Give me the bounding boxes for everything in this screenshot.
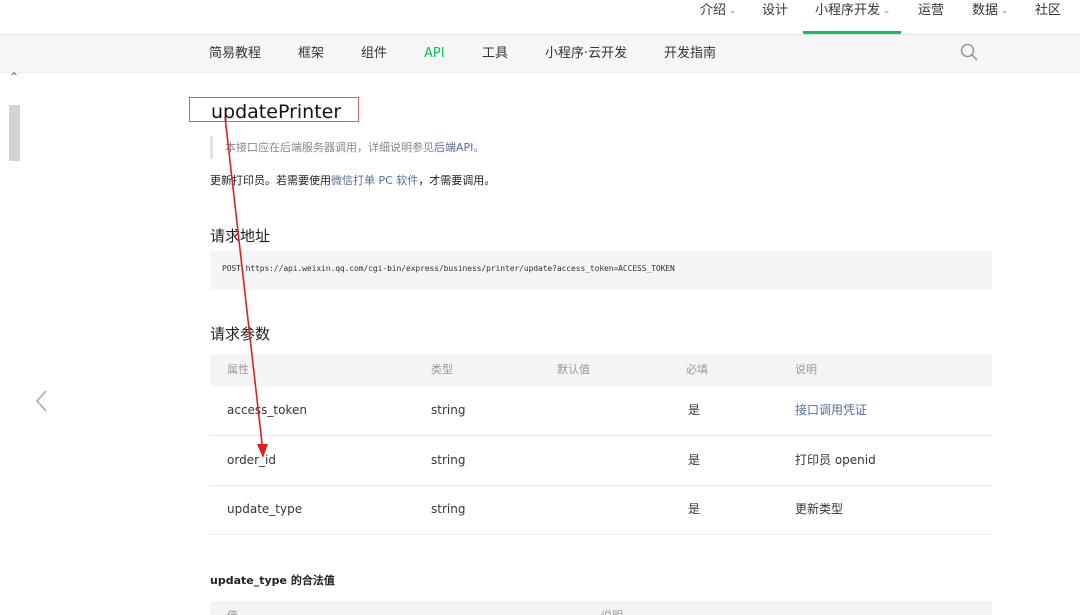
request-url-heading: 请求地址	[210, 227, 271, 245]
topnav-item-miniprogram-dev[interactable]: 小程序开发 ⌄	[815, 0, 891, 34]
scroll-up-arrow-icon[interactable]: ^	[8, 72, 20, 82]
subnav-item-cloud-dev[interactable]: 小程序·云开发	[545, 35, 627, 72]
param-type: string	[431, 502, 466, 516]
chevron-down-icon: ⌄	[1001, 6, 1009, 16]
sub-nav: 简易教程 框架 组件 API 工具 小程序·云开发 开发指南	[0, 34, 1080, 73]
request-params-heading: 请求参数	[210, 325, 271, 343]
column-header-type: 类型	[431, 363, 453, 376]
values-table-header: 值 说明	[210, 601, 992, 615]
param-description: 打印员 openid	[795, 453, 876, 467]
backend-note-text: 本接口应在后端服务器调用，详细说明参见	[225, 141, 434, 154]
subnav-item-api[interactable]: API	[424, 35, 445, 72]
param-required: 是	[688, 502, 701, 516]
param-description: 更新类型	[795, 502, 844, 516]
column-header-name: 属性	[227, 363, 249, 376]
update-type-code: update_type	[210, 574, 287, 587]
param-name: order_id	[227, 453, 276, 467]
topnav-item-data[interactable]: 数据 ⌄	[972, 0, 1009, 34]
topnav-item-operation[interactable]: 运营	[918, 0, 944, 34]
title-highlight-annotation	[189, 97, 359, 122]
params-table-header: 属性 类型 默认值 必填 说明	[210, 354, 992, 386]
param-type: string	[431, 453, 466, 467]
column-header-description: 说明	[795, 363, 817, 376]
column-header-required: 必填	[686, 363, 708, 376]
backend-note: 本接口应在后端服务器调用，详细说明参见后端API。	[210, 136, 484, 159]
topnav-item-label: 小程序开发	[815, 3, 881, 18]
topnav-item-label: 运营	[918, 3, 945, 18]
topnav-item-label: 设计	[762, 3, 789, 18]
update-type-heading-text: 的合法值	[286, 574, 335, 587]
column-header-value: 值	[227, 609, 238, 615]
update-type-values-heading: update_type 的合法值	[210, 572, 335, 588]
topnav-item-intro[interactable]: 介绍 ⌄	[700, 0, 737, 34]
chevron-down-icon: ⌄	[729, 6, 737, 16]
table-row: update_type string 是 更新类型	[210, 485, 992, 535]
topnav-item-label: 介绍	[700, 3, 727, 18]
backend-note-suffix: 。	[473, 141, 485, 154]
topnav-item-community[interactable]: 社区	[1035, 0, 1061, 34]
subnav-item-dev-guide[interactable]: 开发指南	[664, 35, 716, 72]
pc-software-link[interactable]: 微信打单 PC 软件	[331, 174, 418, 187]
subnav-item-tutorial[interactable]: 简易教程	[209, 35, 261, 72]
access-token-doc-link[interactable]: 接口调用凭证	[795, 386, 867, 435]
param-type: string	[431, 403, 466, 417]
chevron-down-icon: ⌄	[883, 6, 891, 16]
subnav-item-tools[interactable]: 工具	[482, 35, 508, 72]
description-text: 更新打印员。若需要使用	[210, 174, 331, 187]
param-name: access_token	[227, 403, 307, 417]
table-row: order_id string 是 打印员 openid	[210, 436, 992, 486]
param-required: 是	[688, 403, 701, 417]
param-name: update_type	[227, 502, 303, 516]
backend-api-link[interactable]: 后端API	[434, 141, 473, 154]
column-header-default: 默认值	[557, 363, 590, 376]
request-url-codeblock: POST https://api.weixin.qq.com/cgi-bin/e…	[210, 251, 992, 290]
search-icon[interactable]	[960, 43, 978, 61]
api-description: 更新打印员。若需要使用微信打单 PC 软件，才需要调用。	[210, 173, 495, 189]
subnav-item-framework[interactable]: 框架	[298, 35, 324, 72]
prev-page-arrow-icon[interactable]	[33, 389, 51, 413]
scrollbar-thumb[interactable]	[9, 105, 20, 161]
subnav-item-components[interactable]: 组件	[361, 35, 387, 72]
param-required: 是	[688, 453, 701, 467]
table-row: access_token string 是 接口调用凭证	[210, 386, 992, 436]
column-header-description: 说明	[601, 609, 623, 615]
topnav-item-design[interactable]: 设计	[762, 0, 788, 34]
description-suffix: ，才需要调用。	[418, 174, 496, 187]
topnav-item-label: 数据	[972, 3, 999, 18]
request-url-code: POST https://api.weixin.qq.com/cgi-bin/e…	[222, 264, 675, 273]
topnav-item-label: 社区	[1035, 3, 1062, 18]
top-nav: 介绍 ⌄ 设计 小程序开发 ⌄ 运营 数据 ⌄ 社区	[0, 0, 1080, 34]
